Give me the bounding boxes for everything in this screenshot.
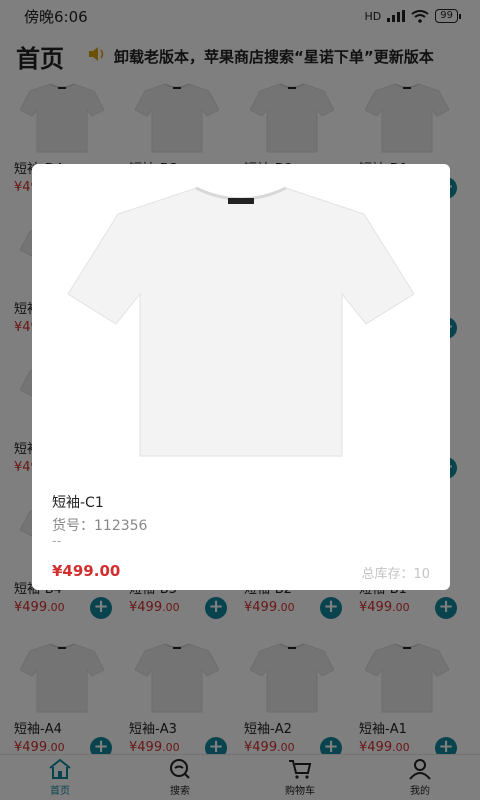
modal-product-name: 短袖-C1 [52, 495, 104, 511]
modal-stock: 总库存：10 [361, 563, 430, 582]
product-detail-modal: 短袖-C1 货号：112356 -- ¥499.00 总库存：10 [32, 164, 450, 590]
stock-label: 总库存： [361, 567, 414, 582]
sku-label: 货号： [52, 518, 94, 534]
modal-description: -- [52, 534, 62, 549]
modal-sku: 货号：112356 [52, 515, 147, 535]
stock-value: 10 [413, 567, 430, 582]
sku-value: 112356 [94, 518, 148, 534]
product-image [68, 186, 414, 457]
modal-price: ¥499.00 [52, 562, 121, 580]
